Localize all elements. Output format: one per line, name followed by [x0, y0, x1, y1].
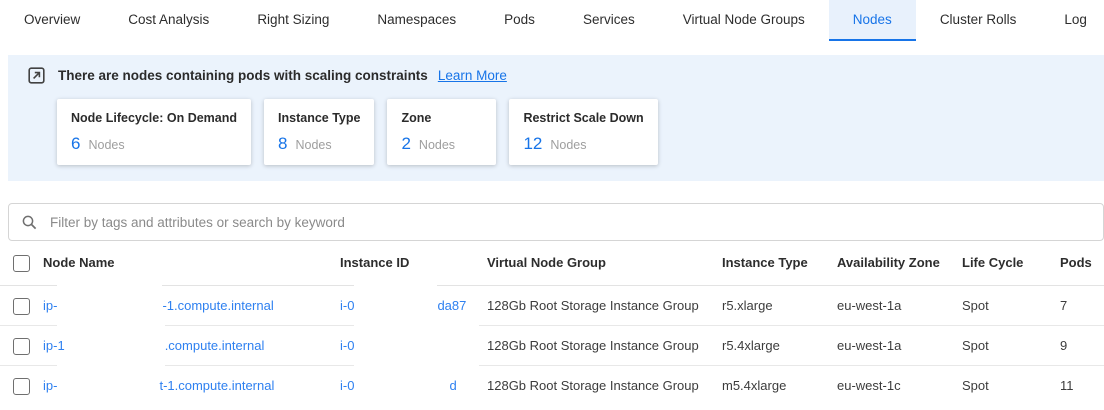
scaling-constraints-banner: There are nodes containing pods with sca…: [8, 55, 1104, 181]
column-header-pods[interactable]: Pods: [1060, 243, 1104, 283]
tab-services[interactable]: Services: [559, 0, 659, 41]
card-zone[interactable]: Zone 2 Nodes: [387, 99, 496, 165]
pods-cell: 7: [1060, 286, 1104, 326]
column-header-life-cycle[interactable]: Life Cycle: [962, 243, 1060, 283]
node-name-cell[interactable]: ip-1.compute.internal: [43, 326, 340, 366]
tab-right-sizing[interactable]: Right Sizing: [233, 0, 353, 41]
life-cycle-cell: Spot: [962, 366, 1060, 406]
node-name-cell[interactable]: ip-t-1.compute.internal: [43, 366, 340, 406]
card-count: 6: [71, 134, 80, 154]
scale-up-arrow-icon: [28, 67, 45, 84]
card-count: 12: [523, 134, 542, 154]
card-unit: Nodes: [295, 138, 331, 152]
filter-search-bar: [8, 203, 1104, 241]
learn-more-link[interactable]: Learn More: [438, 68, 507, 83]
table-row[interactable]: ip-1.compute.internal i-0 128Gb Root Sto…: [0, 326, 1104, 366]
availability-zone-cell: eu-west-1a: [837, 326, 962, 366]
table-header-row: Node Name Instance ID Virtual Node Group…: [0, 241, 1104, 286]
availability-zone-cell: eu-west-1a: [837, 286, 962, 326]
row-checkbox[interactable]: [13, 338, 30, 355]
card-unit: Nodes: [419, 138, 455, 152]
instance-type-cell: m5.4xlarge: [722, 366, 837, 406]
tab-overview[interactable]: Overview: [0, 0, 104, 41]
pods-cell: 9: [1060, 326, 1104, 366]
table-row[interactable]: ip--1.compute.internal i-0da87 128Gb Roo…: [0, 286, 1104, 326]
tab-namespaces[interactable]: Namespaces: [353, 0, 480, 41]
life-cycle-cell: Spot: [962, 286, 1060, 326]
instance-type-cell: r5.xlarge: [722, 286, 837, 326]
redaction-box: [57, 364, 159, 410]
card-unit: Nodes: [88, 138, 124, 152]
constraint-cards: Node Lifecycle: On Demand 6 Nodes Instan…: [57, 99, 1104, 165]
tab-nodes[interactable]: Nodes: [829, 0, 916, 41]
instance-id-cell[interactable]: i-0da87: [340, 286, 487, 326]
card-title: Zone: [401, 111, 482, 125]
card-title: Restrict Scale Down: [523, 111, 643, 125]
column-header-node-name[interactable]: Node Name: [43, 243, 340, 283]
virtual-node-group-cell: 128Gb Root Storage Instance Group: [487, 326, 722, 366]
table-row[interactable]: ip-t-1.compute.internal i-0d 128Gb Root …: [0, 366, 1104, 406]
pods-cell: 11: [1060, 366, 1104, 406]
card-title: Instance Type: [278, 111, 360, 125]
node-name-cell[interactable]: ip--1.compute.internal: [43, 286, 340, 326]
card-instance-type[interactable]: Instance Type 8 Nodes: [264, 99, 374, 165]
tab-log[interactable]: Log: [1040, 0, 1104, 41]
select-all-checkbox[interactable]: [13, 255, 30, 272]
tab-cost-analysis[interactable]: Cost Analysis: [104, 0, 233, 41]
virtual-node-group-cell: 128Gb Root Storage Instance Group: [487, 286, 722, 326]
card-node-lifecycle[interactable]: Node Lifecycle: On Demand 6 Nodes: [57, 99, 251, 165]
card-restrict-scale-down[interactable]: Restrict Scale Down 12 Nodes: [509, 99, 657, 165]
instance-type-cell: r5.4xlarge: [722, 326, 837, 366]
card-unit: Nodes: [550, 138, 586, 152]
instance-id-cell[interactable]: i-0: [340, 326, 487, 366]
row-checkbox[interactable]: [13, 378, 30, 395]
tab-virtual-node-groups[interactable]: Virtual Node Groups: [659, 0, 829, 41]
banner-message: There are nodes containing pods with sca…: [58, 68, 428, 83]
card-title: Node Lifecycle: On Demand: [71, 111, 237, 125]
card-count: 8: [278, 134, 287, 154]
tab-pods[interactable]: Pods: [480, 0, 559, 41]
nodes-table: Node Name Instance ID Virtual Node Group…: [0, 241, 1104, 406]
life-cycle-cell: Spot: [962, 326, 1060, 366]
column-header-instance-id[interactable]: Instance ID: [340, 243, 487, 283]
card-count: 2: [401, 134, 410, 154]
column-header-availability-zone[interactable]: Availability Zone: [837, 243, 962, 283]
tab-cluster-rolls[interactable]: Cluster Rolls: [916, 0, 1041, 41]
availability-zone-cell: eu-west-1c: [837, 366, 962, 406]
tab-bar: Overview Cost Analysis Right Sizing Name…: [0, 0, 1104, 41]
redaction-box: [354, 364, 449, 410]
instance-id-cell[interactable]: i-0d: [340, 366, 487, 406]
column-header-instance-type[interactable]: Instance Type: [722, 243, 837, 283]
row-checkbox[interactable]: [13, 298, 30, 315]
virtual-node-group-cell: 128Gb Root Storage Instance Group: [487, 366, 722, 406]
search-icon: [21, 214, 38, 231]
search-input[interactable]: [48, 214, 1091, 231]
column-header-virtual-node-group[interactable]: Virtual Node Group: [487, 243, 722, 283]
